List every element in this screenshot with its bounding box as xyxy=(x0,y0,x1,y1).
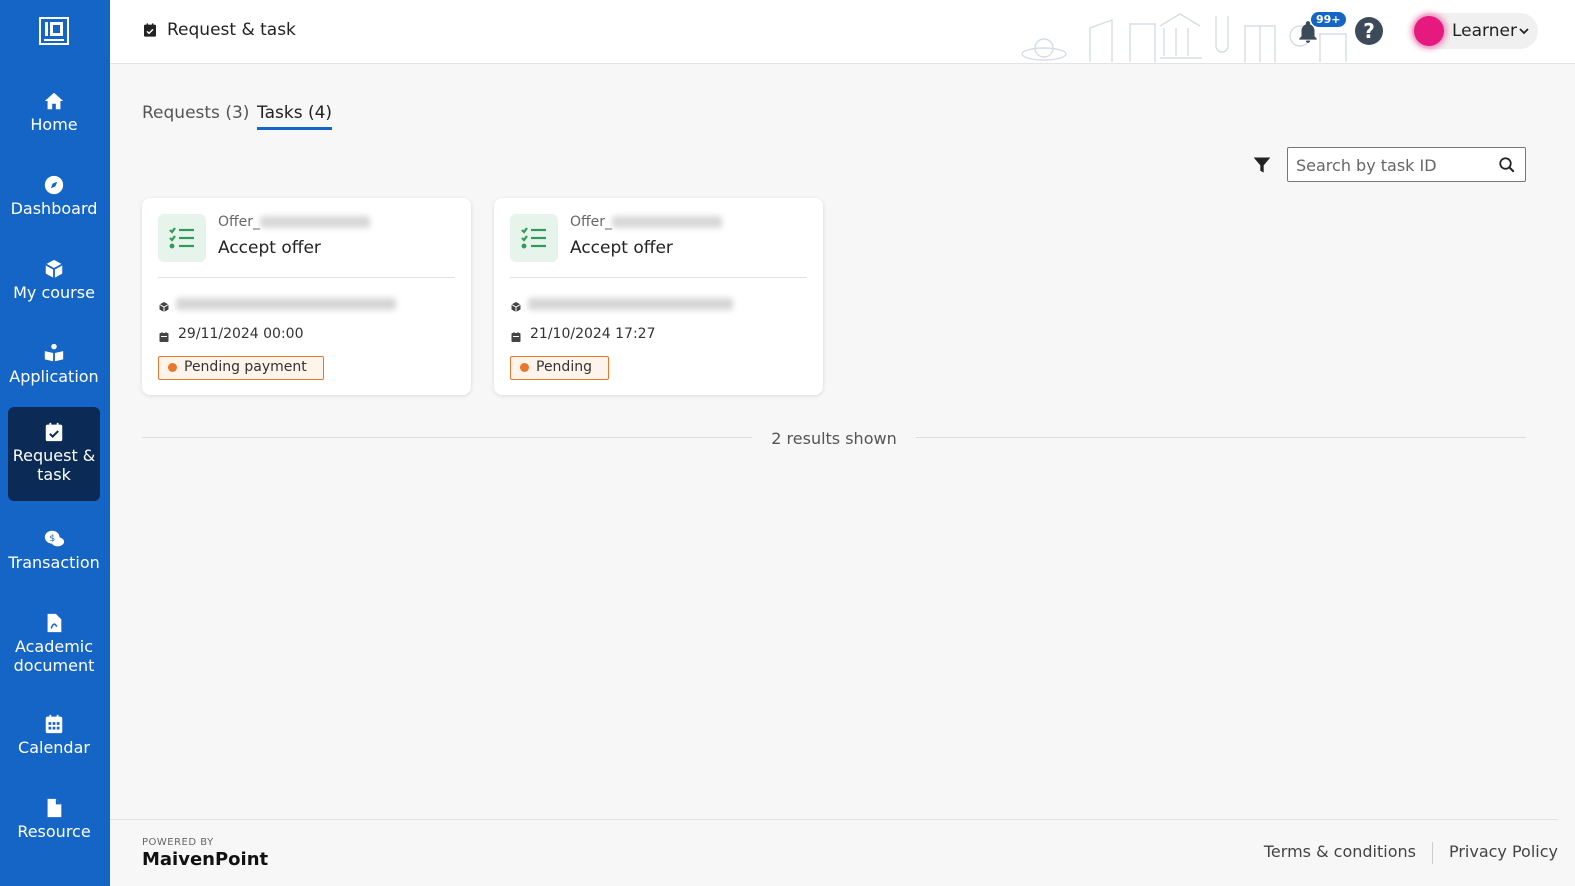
status-dot xyxy=(520,363,529,372)
status-dot xyxy=(168,363,177,372)
footer-links: Terms & conditions Privacy Policy xyxy=(1264,842,1558,864)
card-divider xyxy=(158,277,455,278)
sidebar: Home Dashboard My course Application Req… xyxy=(0,0,110,886)
pdf-file-icon xyxy=(47,613,62,633)
home-icon xyxy=(44,92,64,110)
sidebar-item-request-task[interactable]: Request & task xyxy=(8,407,100,501)
calendar-check-icon xyxy=(45,422,63,442)
sidebar-item-dashboard[interactable]: Dashboard xyxy=(8,164,100,244)
status-text: Pending xyxy=(536,359,592,375)
calendar-icon xyxy=(45,714,63,734)
footer: POWERED BY MaivenPoint Terms & condition… xyxy=(110,819,1558,886)
task-due-date: 29/11/2024 00:00 xyxy=(178,326,304,342)
notification-count-badge: 99+ xyxy=(1310,11,1347,28)
avatar xyxy=(1414,16,1444,46)
sidebar-item-academic-document[interactable]: Academic document xyxy=(8,602,100,682)
redacted-course-name xyxy=(176,298,396,310)
svg-text:$: $ xyxy=(49,533,55,544)
sidebar-item-label: Home xyxy=(30,115,78,134)
filter-icon xyxy=(1253,157,1271,173)
file-icon xyxy=(47,798,62,818)
sidebar-item-label: Transaction xyxy=(8,553,100,572)
results-summary: 2 results shown xyxy=(142,428,1526,448)
status-text: Pending payment xyxy=(184,359,307,375)
task-title: Accept offer xyxy=(570,238,673,258)
user-name: Learner xyxy=(1452,21,1517,41)
sidebar-item-calendar[interactable]: Calendar xyxy=(8,703,100,783)
reader-icon xyxy=(44,343,64,362)
results-count-text: 2 results shown xyxy=(771,429,897,448)
privacy-link[interactable]: Privacy Policy xyxy=(1449,842,1558,864)
task-list-icon xyxy=(510,214,558,262)
institution-logo[interactable] xyxy=(39,17,69,45)
terms-link[interactable]: Terms & conditions xyxy=(1264,842,1416,864)
sidebar-item-my-course[interactable]: My course xyxy=(8,248,100,328)
sidebar-item-label: Resource xyxy=(17,822,91,841)
cube-icon xyxy=(158,298,170,312)
calendar-icon xyxy=(510,328,522,342)
tab-tasks[interactable]: Tasks (4) xyxy=(257,103,333,130)
task-card[interactable]: Offer_ Accept offer 21/10/2024 17:27 Pen… xyxy=(494,198,823,395)
sidebar-item-application[interactable]: Application xyxy=(8,332,100,412)
page-title: Request & task xyxy=(142,20,296,40)
notifications-button[interactable]: 99+ xyxy=(1295,11,1347,48)
sidebar-item-resource[interactable]: Resource xyxy=(8,787,100,867)
chevron-down-icon xyxy=(1519,28,1529,35)
card-divider xyxy=(510,277,807,278)
redacted-course-name xyxy=(528,298,733,310)
page-title-text: Request & task xyxy=(167,20,296,40)
sidebar-item-label: Application xyxy=(9,367,99,386)
calendar-check-icon xyxy=(144,23,156,37)
cube-icon xyxy=(45,259,63,279)
sidebar-item-label: Academic document xyxy=(13,637,95,675)
sidebar-item-label: My course xyxy=(13,283,95,302)
task-card[interactable]: Offer_ Accept offer 29/11/2024 00:00 Pen… xyxy=(142,198,471,395)
status-badge: Pending xyxy=(510,356,609,380)
redacted-id xyxy=(260,216,371,228)
sidebar-item-label: Dashboard xyxy=(10,199,98,218)
question-mark-icon: ? xyxy=(1363,19,1375,43)
powered-by-label: POWERED BY xyxy=(142,837,214,848)
maivenpoint-logo[interactable]: MaivenPoint xyxy=(142,849,268,870)
task-offer-id: Offer_ xyxy=(218,214,371,230)
cube-icon xyxy=(510,298,522,312)
money-chat-icon: $ xyxy=(44,530,65,547)
sidebar-item-transaction[interactable]: $ Transaction xyxy=(8,518,100,598)
filter-button[interactable] xyxy=(1252,155,1272,175)
link-separator xyxy=(1431,842,1433,864)
task-title: Accept offer xyxy=(218,238,321,258)
help-button[interactable]: ? xyxy=(1355,17,1383,45)
sidebar-item-home[interactable]: Home xyxy=(8,80,100,160)
status-badge: Pending payment xyxy=(158,356,324,380)
task-list-icon xyxy=(158,214,206,262)
sidebar-item-label: Calendar xyxy=(18,738,90,757)
search-box xyxy=(1287,147,1526,182)
calendar-icon xyxy=(158,328,170,342)
task-due-date: 21/10/2024 17:27 xyxy=(530,326,656,342)
task-offer-id: Offer_ xyxy=(570,214,723,230)
top-header: Request & task 99+ ? Learner xyxy=(110,0,1575,64)
user-menu-button[interactable]: Learner xyxy=(1412,13,1538,49)
search-input[interactable] xyxy=(1296,153,1492,177)
redacted-id xyxy=(612,216,723,228)
search-icon[interactable] xyxy=(1498,156,1516,174)
sidebar-item-label: Request & task xyxy=(12,446,96,484)
tab-requests[interactable]: Requests (3) xyxy=(142,103,249,123)
compass-icon xyxy=(44,175,64,195)
